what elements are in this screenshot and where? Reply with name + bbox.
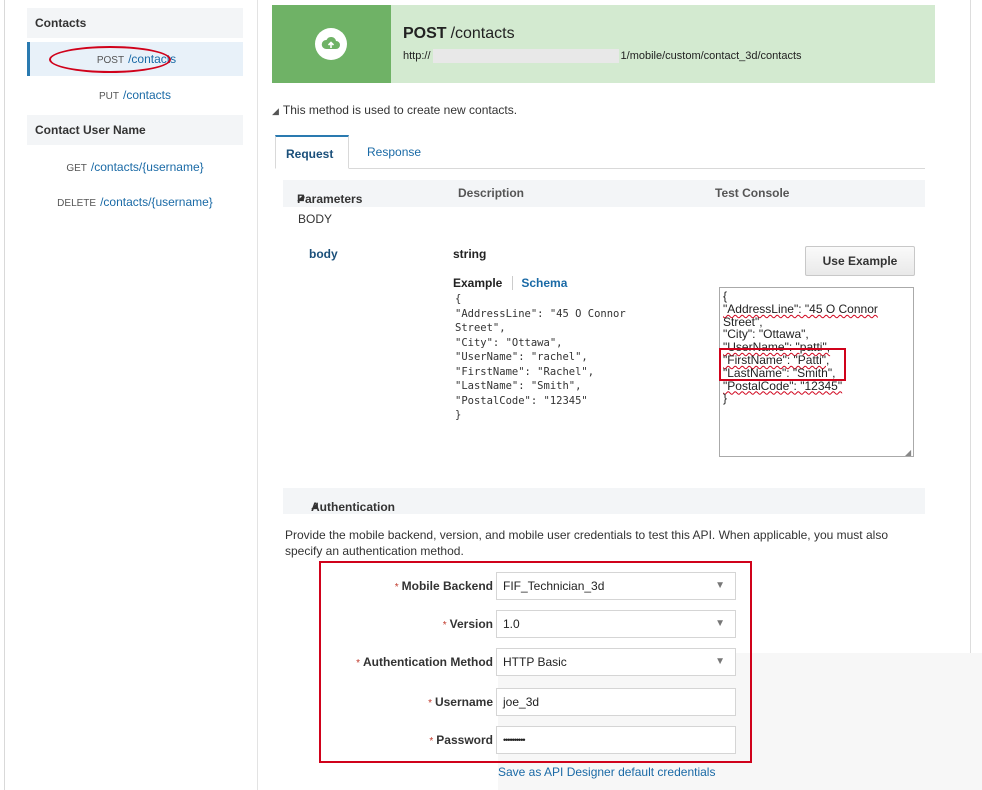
endpoint-title: POST/contacts (403, 25, 515, 43)
endpoint-path-title: /contacts (450, 25, 515, 42)
endpoint-path: /contacts (122, 88, 172, 102)
required-star: * (442, 620, 447, 631)
auth-method-select[interactable]: HTTP Basic ▼ (496, 648, 736, 676)
required-star: * (428, 698, 432, 709)
main-content: POST/contacts http:// 1/mobile/custom/con… (259, 0, 971, 790)
request-response-tabs: Request Response (275, 135, 925, 169)
password-label: * Password (321, 726, 493, 754)
console-line-text: "AddressLine": "45 O Connor (723, 301, 878, 316)
username-value: joe_3d (503, 695, 540, 709)
http-verb: GET (66, 163, 87, 174)
http-verb: PUT (98, 91, 119, 102)
username-label-text: Username (434, 695, 493, 709)
highlight-box-console (719, 348, 846, 381)
required-star: * (394, 582, 399, 593)
endpoint-path: /contacts/{username} (100, 195, 213, 209)
version-select[interactable]: 1.0 ▼ (496, 610, 736, 638)
mobile-backend-label: * Mobile Backend (321, 572, 493, 600)
example-schema-tabs: Example Schema (453, 276, 567, 290)
required-star: * (356, 658, 361, 669)
method-description-text: This method is used to create new contac… (282, 103, 518, 117)
use-example-button[interactable]: Use Example (805, 246, 915, 276)
url-prefix: http:// (403, 49, 431, 62)
highlight-circle (49, 46, 171, 73)
auth-method-label-text: Authentication Method (363, 655, 493, 669)
param-name: body (309, 247, 338, 261)
authentication-header[interactable]: ◢ Authentication (283, 488, 925, 514)
mobile-backend-value: FIF_Technician_3d (503, 579, 605, 593)
sidebar-section-contacts: Contacts (27, 8, 243, 38)
method-description[interactable]: ◢ This method is used to create new conta… (272, 103, 517, 117)
password-input[interactable]: •••••••••• (496, 726, 736, 754)
sidebar-item-delete-contacts-username[interactable]: DELETE/contacts/{username} (27, 185, 243, 219)
chevron-down-icon: ▼ (715, 618, 725, 629)
example-code: { "AddressLine": "45 O Connor Street", "… (455, 293, 626, 421)
sidebar-item-get-contacts-username[interactable]: GET/contacts/{username} (27, 150, 243, 184)
password-value: •••••••••• (503, 735, 525, 745)
tab-response[interactable]: Response (357, 135, 431, 169)
version-value: 1.0 (503, 617, 520, 631)
collapse-triangle-icon: ◢ (272, 106, 279, 116)
tab-request[interactable]: Request (275, 135, 349, 169)
parameters-header-label: Parameters (297, 192, 363, 206)
parameters-table-header: ◢ Parameters Description Test Console (283, 180, 925, 207)
version-label: * Version (321, 610, 493, 638)
required-star: * (429, 736, 434, 747)
authentication-description: Provide the mobile backend, version, and… (285, 528, 888, 558)
username-input[interactable]: joe_3d (496, 688, 736, 716)
url-suffix: 1/mobile/custom/contact_3d/contacts (620, 49, 802, 62)
sidebar-edge (4, 0, 5, 790)
redacted-host (432, 49, 619, 63)
endpoint-header: POST/contacts http:// 1/mobile/custom/con… (272, 5, 935, 83)
param-type: string (453, 247, 487, 261)
console-line: "AddressLine": "45 O Connor (723, 301, 910, 316)
cloud-upload-icon (315, 28, 347, 60)
authentication-title: Authentication (311, 500, 395, 514)
endpoint-icon-panel (272, 5, 391, 83)
tab-schema[interactable]: Schema (513, 276, 567, 290)
password-label-text: Password (436, 733, 493, 747)
resize-handle-icon[interactable]: ◢ (905, 448, 911, 457)
username-label: * Username (321, 688, 493, 716)
tab-example[interactable]: Example (453, 276, 514, 290)
mobile-backend-select[interactable]: FIF_Technician_3d ▼ (496, 572, 736, 600)
test-console-header: Test Console (715, 186, 790, 200)
auth-method-label: * Authentication Method (321, 648, 493, 676)
mobile-backend-label-text: Mobile Backend (401, 579, 493, 593)
sidebar: Contacts POST/contacts PUT/contacts Cont… (0, 0, 258, 790)
sidebar-section-contact-user-name: Contact User Name (27, 115, 243, 145)
save-default-credentials-link[interactable]: Save as API Designer default credentials (498, 765, 715, 779)
body-section-label: BODY (298, 212, 333, 226)
chevron-down-icon: ▼ (715, 656, 725, 667)
sidebar-item-put-contacts[interactable]: PUT/contacts (27, 78, 243, 112)
endpoint-url: http:// 1/mobile/custom/contact_3d/contac… (403, 49, 802, 63)
endpoint-method: POST (403, 25, 447, 42)
version-label-text: Version (449, 617, 493, 631)
endpoint-path: /contacts/{username} (90, 160, 204, 174)
console-line: "PostalCode": "12345" (723, 379, 910, 393)
http-verb: DELETE (57, 198, 97, 209)
description-header: Description (458, 186, 525, 200)
auth-method-value: HTTP Basic (503, 655, 567, 669)
chevron-down-icon: ▼ (715, 580, 725, 591)
console-line: } (723, 391, 728, 406)
